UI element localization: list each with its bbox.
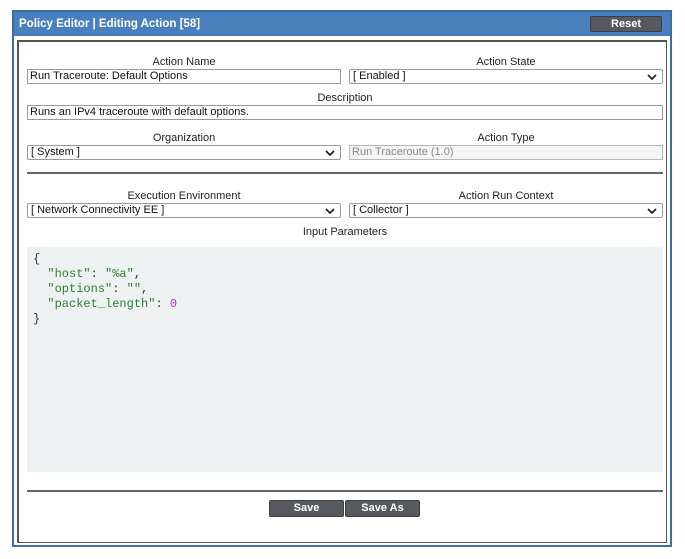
execution-environment-label: Execution Environment	[127, 190, 241, 202]
json-separator: ,	[133, 267, 142, 281]
json-key: "options"	[47, 282, 113, 296]
input-parameters-label: Input Parameters	[302, 226, 388, 238]
json-close-brace: }	[33, 312, 41, 326]
json-open-brace: {	[33, 252, 41, 266]
input-parameters-editor[interactable]: { "host": "%a", "options": "", "packet_l…	[27, 247, 663, 472]
action-run-context-select[interactable]: [ Collector ]	[349, 203, 663, 218]
chevron-down-icon	[647, 74, 657, 81]
action-type-label: Action Type	[477, 132, 535, 144]
action-name-label: Action Name	[152, 56, 216, 68]
action-name-input[interactable]: Run Traceroute: Default Options	[27, 69, 341, 84]
reset-button[interactable]: Reset	[590, 16, 662, 32]
action-state-label: Action State	[476, 56, 536, 68]
action-type-input: Run Traceroute (1.0)	[349, 145, 663, 160]
organization-label: Organization	[152, 132, 216, 144]
execution-environment-select[interactable]: [ Network Connectivity EE ]	[27, 203, 341, 218]
chevron-down-icon	[325, 208, 335, 215]
action-state-select[interactable]: [ Enabled ]	[349, 69, 663, 84]
footer-divider	[27, 490, 663, 492]
description-input[interactable]: Runs an IPv4 traceroute with default opt…	[27, 105, 663, 120]
organization-value: [ System ]	[31, 146, 80, 158]
action-run-context-value: [ Collector ]	[353, 204, 409, 216]
chevron-down-icon	[647, 208, 657, 215]
json-key: "host"	[47, 267, 91, 281]
action-state-value: [ Enabled ]	[353, 70, 406, 82]
json-entry: "options": "",	[47, 282, 149, 296]
json-value: ""	[126, 282, 142, 296]
chevron-down-icon	[325, 150, 335, 157]
window-titlebar: Policy Editor | Editing Action [58] Rese…	[14, 12, 670, 36]
save-as-button[interactable]: Save As	[345, 500, 420, 517]
organization-select[interactable]: [ System ]	[27, 145, 341, 160]
policy-editor-window: Policy Editor | Editing Action [58] Rese…	[12, 10, 672, 547]
json-entry: "packet_length": 0	[47, 297, 178, 311]
action-run-context-label: Action Run Context	[458, 190, 554, 202]
editor-form: Action Name Run Traceroute: Default Opti…	[17, 40, 667, 543]
save-button[interactable]: Save	[269, 500, 344, 517]
json-entry: "host": "%a",	[47, 267, 142, 281]
window-title: Policy Editor | Editing Action [58]	[19, 18, 201, 30]
execution-environment-value: [ Network Connectivity EE ]	[31, 204, 165, 216]
description-label: Description	[317, 92, 373, 104]
json-separator: ,	[141, 282, 149, 296]
json-value: 0	[169, 297, 178, 311]
json-key: "packet_length"	[47, 297, 156, 311]
json-value: "%a"	[105, 267, 134, 281]
section-divider	[27, 172, 663, 174]
